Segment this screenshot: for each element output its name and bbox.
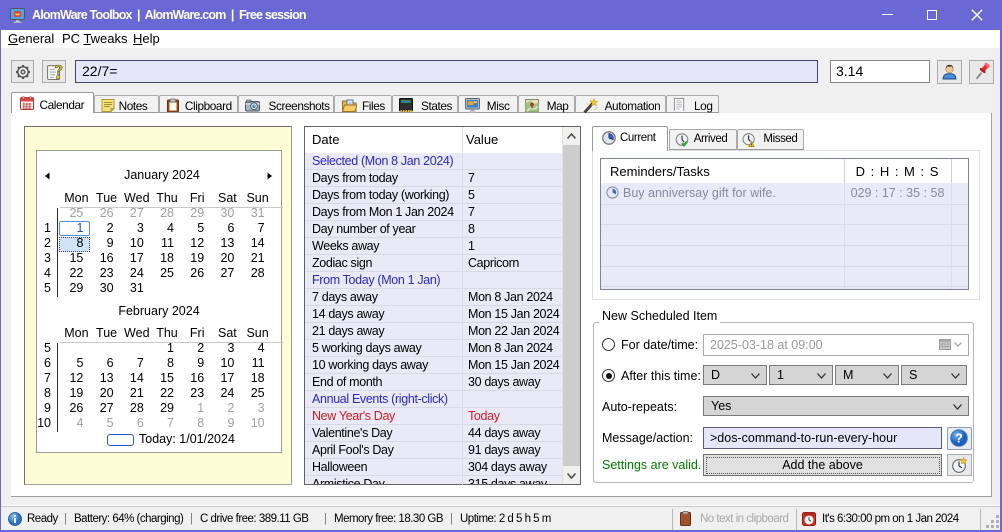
svg-text:?: ?: [955, 431, 963, 445]
